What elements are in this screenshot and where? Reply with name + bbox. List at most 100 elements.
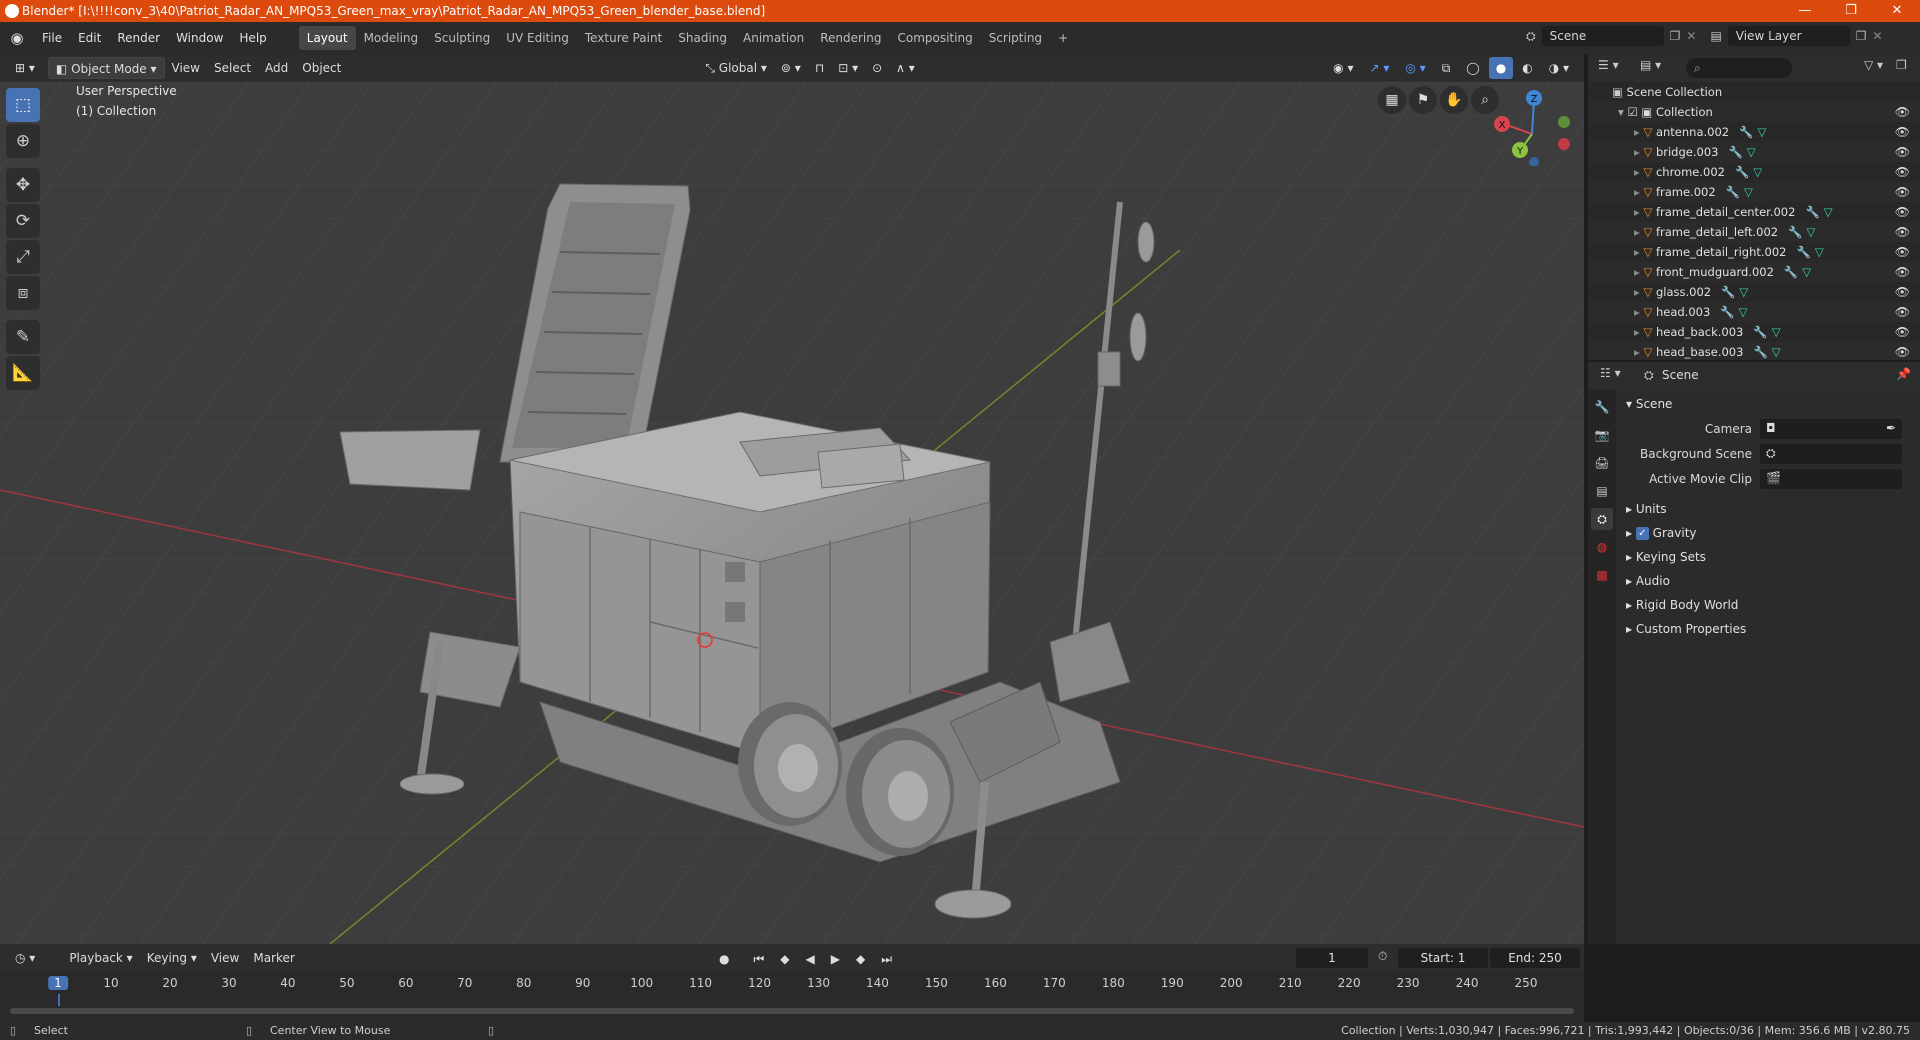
camera-field[interactable]: ◘ ✒ [1760,418,1902,439]
tab-animation[interactable]: Animation [735,26,812,50]
mesh-data-icon[interactable]: ▽ [1824,205,1833,219]
expand-icon[interactable]: ▸ [1634,205,1640,219]
visibility-eye-icon[interactable]: 👁 [1895,162,1910,182]
minimize-button[interactable]: — [1782,0,1828,22]
tab-scripting[interactable]: Scripting [981,26,1050,50]
timeline-editor-icon[interactable]: ◷ ▾ [8,947,42,969]
mesh-data-icon[interactable]: ▽ [1744,185,1753,199]
keying-sets-section[interactable]: ▸ Keying Sets [1616,545,1920,569]
scene-field[interactable]: Scene [1541,26,1664,46]
mesh-data-icon[interactable]: ▽ [1739,305,1748,319]
expand-icon[interactable]: ▸ [1634,185,1640,199]
tab-modeling[interactable]: Modeling [356,26,427,50]
play-icon[interactable]: ▶ [824,948,847,970]
mesh-data-icon[interactable]: ▽ [1739,285,1748,299]
snap-target-icon[interactable]: ⊡ ▾ [831,57,865,79]
visibility-eye-icon[interactable]: 👁 [1895,282,1910,302]
active-movie-clip-field[interactable]: 🎬 [1760,468,1902,489]
menu-help[interactable]: Help [231,26,274,50]
visibility-eye-icon[interactable]: 👁 [1895,102,1910,122]
modifier-icon[interactable]: 🔧 [1739,125,1753,139]
editor-type-icon[interactable]: ⊞ ▾ [8,57,42,79]
visibility-eye-icon[interactable]: 👁 [1895,302,1910,322]
modifier-icon[interactable]: 🔧 [1797,245,1811,259]
camera-view-icon[interactable]: ⚑ [1409,86,1437,114]
modifier-icon[interactable]: 🔧 [1753,345,1767,359]
pivot-icon[interactable]: ⊚ ▾ [774,57,808,79]
outliner-row-object[interactable]: ▸ ▽ glass.002 🔧 ▽ 👁 [1588,282,1920,302]
tab-compositing[interactable]: Compositing [889,26,980,50]
outliner-search-input[interactable]: ⌕ [1686,58,1792,78]
stopwatch-icon[interactable]: ⏱ [1378,949,1387,964]
visibility-eye-icon[interactable]: 👁 [1895,202,1910,222]
mesh-data-icon[interactable]: ▽ [1806,225,1815,239]
visibility-eye-icon[interactable]: 👁 [1895,142,1910,162]
expand-icon[interactable]: ▸ [1634,245,1640,259]
properties-editor-icon[interactable]: ☷ ▾ [1600,366,1621,380]
eyedropper-icon[interactable]: ✒ [1886,421,1896,435]
mesh-data-icon[interactable]: ▽ [1757,125,1766,139]
rendered-shading-icon[interactable]: ◑ ▾ [1542,57,1576,79]
playhead-frame-indicator[interactable]: 1 [48,976,68,990]
outliner-row-object[interactable]: ▸ ▽ head_base.003 🔧 ▽ 👁 [1588,342,1920,360]
outliner-row-object[interactable]: ▸ ▽ head.003 🔧 ▽ 👁 [1588,302,1920,322]
visibility-eye-icon[interactable]: 👁 [1895,122,1910,142]
pin-icon[interactable]: 📌 [1896,367,1911,381]
menu-add[interactable]: Add [258,57,295,79]
delete-scene-icon[interactable]: ✕ [1686,29,1696,43]
checkbox-icon[interactable]: ☑ [1627,105,1637,119]
modifier-icon[interactable]: 🔧 [1728,145,1742,159]
view-layer-field[interactable]: View Layer [1727,26,1850,46]
maximize-button[interactable]: ❐ [1828,0,1874,22]
annotate-icon[interactable]: ✎ [6,320,40,354]
modifier-icon[interactable]: 🔧 [1735,165,1749,179]
expand-icon[interactable]: ▸ [1634,265,1640,279]
wireframe-shading-icon[interactable]: ◯ [1459,57,1486,79]
menu-keying[interactable]: Keying ▾ [140,947,204,969]
neg-y-axis-icon[interactable] [1558,116,1570,128]
start-frame-field[interactable]: Start: 1 [1398,948,1488,968]
outliner-row-object[interactable]: ▸ ▽ antenna.002 🔧 ▽ 👁 [1588,122,1920,142]
jump-end-icon[interactable]: ⏭ [874,948,899,970]
current-frame-field[interactable]: 1 [1296,948,1368,968]
tab-layout[interactable]: Layout [298,26,356,50]
modifier-icon[interactable]: 🔧 [1805,205,1819,219]
scale-icon[interactable]: ⤢ [6,240,40,274]
mesh-data-icon[interactable]: ▽ [1747,145,1756,159]
visibility-eye-icon[interactable]: 👁 [1895,322,1910,342]
expand-icon[interactable]: ▸ [1634,305,1640,319]
snap-icon[interactable]: ⊓ [808,57,831,79]
visibility-eye-icon[interactable]: 👁 [1895,342,1910,360]
output-tab-icon[interactable]: 🖨 [1591,452,1613,474]
modifier-icon[interactable]: 🔧 [1788,225,1802,239]
world-tab-icon[interactable]: ◍ [1591,536,1613,558]
delete-view-layer-icon[interactable]: ✕ [1873,29,1883,43]
xray-icon[interactable]: ⧉ [1435,57,1458,79]
menu-timeline-view[interactable]: View [204,947,246,969]
outliner-row-object[interactable]: ▸ ▽ head_back.003 🔧 ▽ 👁 [1588,322,1920,342]
prev-keyframe-icon[interactable]: ◆ [773,948,796,970]
jump-start-icon[interactable]: ⏮ [746,948,771,970]
expand-icon[interactable]: ▸ [1634,165,1640,179]
falloff-icon[interactable]: ∧ ▾ [889,57,922,79]
solid-shading-icon[interactable]: ● [1488,57,1514,79]
outliner-row-object[interactable]: ▸ ▽ chrome.002 🔧 ▽ 👁 [1588,162,1920,182]
overlay-icon[interactable]: ◎ ▾ [1398,57,1432,79]
visibility-eye-icon[interactable]: 👁 [1895,182,1910,202]
expand-icon[interactable]: ▾ [1618,105,1624,119]
outliner-row-scene-collection[interactable]: ▣ Scene Collection [1588,82,1920,102]
measure-icon[interactable]: 📐 [6,356,40,390]
scene-section-header[interactable]: ▾ Scene [1616,392,1920,416]
scene-tab-icon[interactable]: ⛭ [1591,508,1613,530]
modifier-icon[interactable]: 🔧 [1721,285,1735,299]
move-icon[interactable]: ✥ [6,168,40,202]
outliner-row-object[interactable]: ▸ ▽ frame_detail_left.002 🔧 ▽ 👁 [1588,222,1920,242]
modifier-icon[interactable]: 🔧 [1753,325,1767,339]
blender-menu-icon[interactable]: ◉ [0,29,34,47]
outliner-row-object[interactable]: ▸ ▽ front_mudguard.002 🔧 ▽ 👁 [1588,262,1920,282]
mode-dropdown[interactable]: ◧ Object Mode ▾ [47,57,165,79]
outliner-row-object[interactable]: ▸ ▽ frame_detail_center.002 🔧 ▽ 👁 [1588,202,1920,222]
mesh-data-icon[interactable]: ▽ [1815,245,1824,259]
proportional-edit-icon[interactable]: ⊙ [865,57,889,79]
add-workspace-button[interactable]: + [1050,26,1076,50]
